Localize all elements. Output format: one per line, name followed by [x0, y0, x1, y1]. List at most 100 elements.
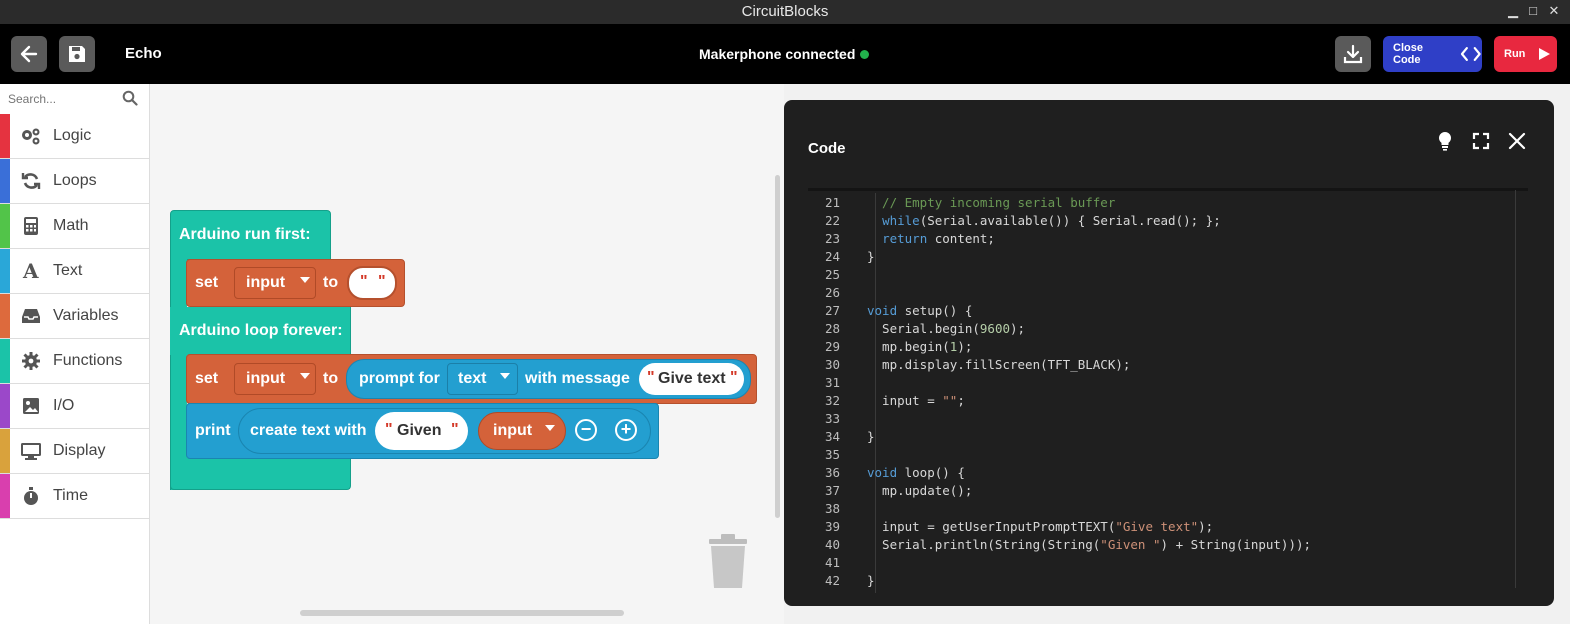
line-number: 38: [824, 501, 840, 516]
close-code-label: Close Code: [1393, 42, 1423, 66]
floppy-disk-icon: [69, 46, 85, 62]
workspace-horizontal-scrollbar[interactable]: [300, 610, 624, 616]
close-icon[interactable]: [1507, 131, 1527, 151]
prompt-for-label: prompt for: [359, 370, 440, 387]
category-label: Functions: [53, 352, 123, 369]
code-line: input = getUserInputPromptTEXT("Give tex…: [867, 519, 1214, 534]
category-label: Display: [53, 442, 106, 459]
dropdown-arrow-icon: [500, 373, 510, 379]
code-panel-title: Code: [808, 140, 846, 157]
loop-forever-block-footer: [170, 458, 351, 490]
search-icon[interactable]: [122, 90, 138, 106]
code-line: return content;: [882, 231, 995, 246]
category-color-bar: [0, 339, 10, 383]
gear-icon: [22, 352, 40, 370]
to-label-2: to: [323, 370, 339, 387]
calculator-icon: [24, 217, 38, 235]
fullscreen-icon[interactable]: [1471, 131, 1491, 151]
run-button[interactable]: Run: [1494, 36, 1557, 72]
code-line: mp.begin(1);: [867, 339, 973, 354]
line-number: 24: [824, 249, 840, 264]
back-button[interactable]: [11, 36, 47, 72]
variable-getter-block[interactable]: input: [478, 412, 566, 450]
line-number: 25: [824, 267, 840, 282]
search-box: [0, 84, 149, 114]
category-logic[interactable]: Logic: [0, 114, 149, 159]
save-button[interactable]: [59, 36, 95, 72]
set-label-2: set: [195, 370, 219, 387]
gears-icon: [22, 128, 40, 145]
project-name: Echo: [125, 45, 162, 62]
given-string-block[interactable]: " Given ": [375, 412, 468, 450]
variable-name: input: [246, 274, 286, 291]
window-close-button[interactable]: ✕: [1545, 2, 1563, 20]
prompt-type-dropdown[interactable]: text: [447, 363, 518, 395]
category-functions[interactable]: Functions: [0, 339, 149, 384]
line-number: 41: [824, 555, 840, 570]
monitor-icon: [21, 443, 41, 460]
code-line: mp.display.fillScreen(TFT_BLACK);: [867, 357, 1131, 372]
run-first-label: Arduino run first:: [179, 226, 311, 243]
play-icon: [1539, 48, 1551, 60]
category-variables[interactable]: Variables: [0, 294, 149, 339]
loop-forever-label: Arduino loop forever:: [179, 322, 343, 339]
workspace-vertical-scrollbar[interactable]: [775, 175, 780, 518]
line-number: 31: [824, 375, 840, 390]
print-label: print: [195, 422, 231, 439]
line-number: 29: [824, 339, 840, 354]
lightbulb-icon[interactable]: [1435, 131, 1455, 151]
category-color-bar: [0, 204, 10, 248]
category-time[interactable]: Time: [0, 474, 149, 519]
code-line: mp.update();: [867, 483, 973, 498]
category-i-o[interactable]: I/O: [0, 384, 149, 429]
variable-dropdown[interactable]: input: [234, 267, 316, 299]
category-label: Variables: [53, 307, 119, 324]
code-line: void loop() {: [867, 465, 965, 480]
code-line: // Empty incoming serial buffer: [867, 195, 1116, 210]
line-number: 30: [824, 357, 840, 372]
category-color-bar: [0, 474, 10, 518]
title-bar: CircuitBlocks ▁ □ ✕: [0, 0, 1570, 24]
close-code-button[interactable]: Close Code: [1383, 36, 1482, 72]
to-label: to: [323, 274, 339, 291]
add-item-plus-icon[interactable]: +: [615, 419, 637, 441]
image-icon: [23, 398, 39, 414]
category-color-bar: [0, 249, 10, 293]
category-loops[interactable]: Loops: [0, 159, 149, 204]
with-message-label: with message: [525, 370, 630, 387]
code-line: }: [867, 429, 875, 444]
category-math[interactable]: Math: [0, 204, 149, 249]
category-label: Loops: [53, 172, 97, 189]
search-input[interactable]: [8, 90, 118, 108]
variable-dropdown-2[interactable]: input: [234, 363, 316, 395]
run-label: Run: [1504, 48, 1526, 60]
export-button[interactable]: [1335, 36, 1371, 72]
message-text: Give text: [658, 370, 726, 387]
line-number: 42: [824, 573, 840, 588]
maximize-button[interactable]: □: [1524, 2, 1542, 20]
loop-arrows-icon: [21, 173, 41, 189]
minimize-button[interactable]: ▁: [1504, 2, 1522, 20]
category-text[interactable]: A Text: [0, 249, 149, 294]
empty-string-block[interactable]: " ": [347, 266, 397, 300]
code-editor[interactable]: 21 // Empty incoming serial buffer 22 whi…: [808, 193, 1516, 593]
category-color-bar: [0, 159, 10, 203]
code-line: Serial.begin(9600);: [867, 321, 1026, 336]
given-text: Given: [397, 422, 442, 439]
svg-text:A: A: [22, 261, 39, 281]
message-string-block[interactable]: " Give text ": [639, 363, 744, 395]
code-panel: Code 21 // Empty incoming serial buffer 2…: [784, 100, 1554, 606]
connection-indicator-dot: [860, 50, 869, 59]
code-line: input = "";: [867, 393, 965, 408]
dropdown-arrow-icon: [545, 425, 555, 431]
category-color-bar: [0, 429, 10, 473]
dropdown-arrow-icon: [300, 277, 310, 283]
set-label: set: [195, 274, 219, 291]
trash-can-icon[interactable]: [707, 533, 749, 589]
app-toolbar: Echo Makerphone connected Close Code Run: [0, 24, 1570, 84]
prompt-type-value: text: [458, 370, 487, 387]
line-number: 21: [824, 195, 840, 210]
remove-item-minus-icon[interactable]: −: [575, 419, 597, 441]
variable-getter-name: input: [493, 422, 533, 439]
category-display[interactable]: Display: [0, 429, 149, 474]
